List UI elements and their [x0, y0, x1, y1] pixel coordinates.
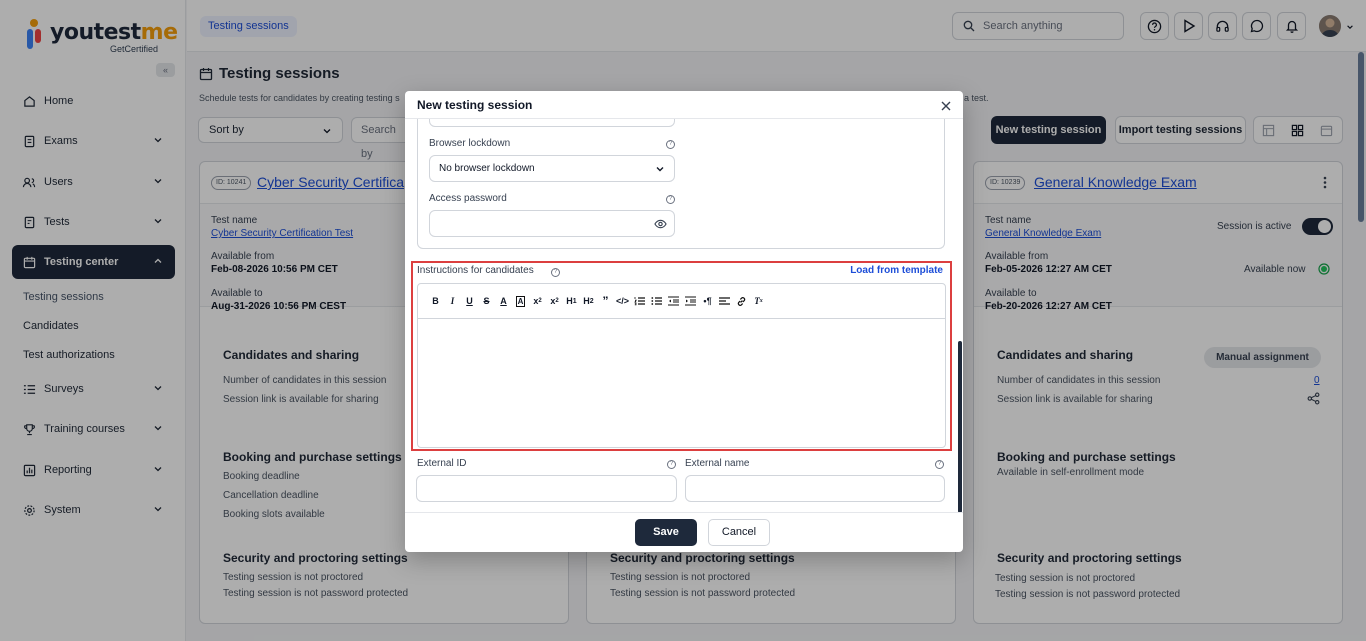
indent-icon[interactable] [682, 293, 699, 309]
clear-format-icon[interactable]: Tx [750, 293, 767, 309]
help-circle-icon[interactable]: ? [667, 460, 676, 469]
heading-2-icon[interactable]: H2 [580, 293, 597, 309]
modal-body: Browser lockdown ? No browser lockdown A… [405, 119, 963, 512]
text-color-icon[interactable]: A [495, 293, 512, 309]
external-id-label: External ID [417, 458, 467, 469]
instructions-section: Instructions for candidates ? Load from … [411, 261, 952, 451]
modal-scrollbar[interactable] [958, 341, 962, 513]
underline-icon[interactable]: U [461, 293, 478, 309]
strikethrough-icon[interactable]: S [478, 293, 495, 309]
external-name-label: External name [685, 458, 750, 469]
heading-1-icon[interactable]: H1 [563, 293, 580, 309]
help-circle-icon[interactable]: ? [666, 140, 675, 149]
link-icon[interactable] [733, 293, 750, 309]
instructions-editor[interactable]: B I U S A A x2 x2 H1 H2 ” </> •¶ T x [417, 283, 946, 448]
browser-lockdown-label: Browser lockdown [429, 138, 511, 149]
browser-lockdown-value: No browser lockdown [439, 163, 535, 174]
settings-group: Browser lockdown ? No browser lockdown A… [417, 119, 945, 249]
browser-lockdown-select[interactable]: No browser lockdown [429, 155, 675, 182]
close-icon[interactable] [939, 99, 953, 113]
superscript-icon[interactable]: x2 [546, 293, 563, 309]
modal-footer-divider [405, 512, 963, 513]
external-name-input[interactable] [685, 475, 945, 502]
external-id-input[interactable] [416, 475, 677, 502]
eye-icon[interactable] [654, 219, 667, 229]
help-circle-icon[interactable]: ? [551, 268, 560, 277]
modal-title: New testing session [417, 98, 533, 112]
background-color-icon[interactable]: A [512, 293, 529, 309]
instructions-label: Instructions for candidates [417, 265, 534, 276]
editor-toolbar: B I U S A A x2 x2 H1 H2 ” </> •¶ T x [418, 284, 945, 319]
align-icon[interactable] [716, 293, 733, 309]
new-testing-session-dialog: New testing session Browser lockdown ? N… [405, 91, 963, 552]
previous-select[interactable] [429, 119, 675, 127]
quote-icon[interactable]: ” [597, 293, 614, 309]
text-direction-icon[interactable]: •¶ [699, 293, 716, 309]
chevron-down-icon [656, 167, 664, 172]
access-password-input[interactable] [429, 210, 675, 237]
save-button[interactable]: Save [635, 519, 697, 546]
code-icon[interactable]: </> [614, 293, 631, 309]
cancel-button[interactable]: Cancel [708, 519, 770, 546]
load-from-template-link[interactable]: Load from template [850, 265, 943, 276]
bullet-list-icon[interactable] [648, 293, 665, 309]
subscript-icon[interactable]: x2 [529, 293, 546, 309]
help-circle-icon[interactable]: ? [666, 195, 675, 204]
italic-icon[interactable]: I [444, 293, 461, 309]
access-password-label: Access password [429, 193, 507, 204]
help-circle-icon[interactable]: ? [935, 460, 944, 469]
page-scrollbar[interactable] [1358, 52, 1364, 222]
bold-icon[interactable]: B [427, 293, 444, 309]
ordered-list-icon[interactable] [631, 293, 648, 309]
outdent-icon[interactable] [665, 293, 682, 309]
